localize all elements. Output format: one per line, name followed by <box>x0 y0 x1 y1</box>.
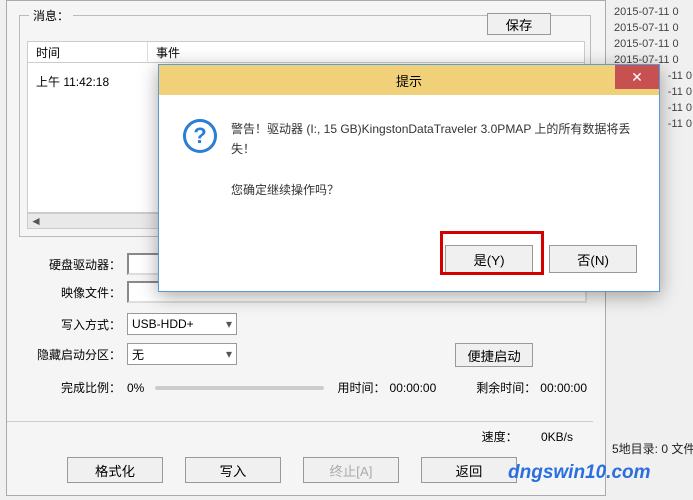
hide-part-value: 无 <box>132 346 144 363</box>
done-pct: 0% <box>127 381 147 395</box>
hide-row: 隐藏启动分区： 无 <box>27 343 257 365</box>
speed-label: 速度： <box>482 430 518 444</box>
used-label: 用时间： <box>338 379 386 396</box>
write-mode-value: USB-HDD+ <box>132 317 194 331</box>
dialog-buttons: 是(Y) 否(N) <box>445 245 637 273</box>
hide-part-select[interactable]: 无 <box>127 343 237 365</box>
image-label: 映像文件： <box>27 284 121 301</box>
quick-boot-button[interactable]: 便捷启动 <box>455 343 533 367</box>
dialog-body: ? 警告！驱动器 (I:, 15 GB)KingstonDataTraveler… <box>159 95 659 201</box>
write-row: 写入方式： USB-HDD+ <box>27 313 257 335</box>
progress-row: 完成比例： 0% 用时间： 00:00:00 剩余时间： 00:00:00 <box>27 379 587 396</box>
no-button[interactable]: 否(N) <box>549 245 637 273</box>
remain-time: 00:00:00 <box>540 381 587 395</box>
write-mode-label: 写入方式： <box>27 316 121 333</box>
close-icon: ✕ <box>631 69 643 86</box>
used-time: 00:00:00 <box>390 381 437 395</box>
col-event-header: 事件 <box>148 42 188 63</box>
dialog-titlebar: 提示 ✕ <box>159 65 659 95</box>
speed-value: 0KB/s <box>541 430 573 444</box>
dialog-line1: 警告！驱动器 (I:, 15 GB)KingstonDataTraveler 3… <box>231 119 635 160</box>
log-headers: 时间 事件 <box>27 41 585 63</box>
progress-bar <box>155 386 324 390</box>
write-mode-select[interactable]: USB-HDD+ <box>127 313 237 335</box>
stop-button: 终止[A] <box>303 457 399 483</box>
done-label: 完成比例： <box>27 379 121 396</box>
dialog-line2: 您确定继续操作吗？ <box>231 180 635 200</box>
drive-label: 硬盘驱动器： <box>27 256 121 273</box>
question-icon: ? <box>183 119 217 153</box>
format-button[interactable]: 格式化 <box>67 457 163 483</box>
back-button[interactable]: 返回 <box>421 457 517 483</box>
remain-label: 剩余时间： <box>476 379 536 396</box>
button-row: 格式化 写入 终止[A] 返回 <box>67 457 587 483</box>
side-log-line: 2015-07-11 0 <box>614 20 692 36</box>
dialog-close-button[interactable]: ✕ <box>615 65 659 89</box>
speed-row: 速度： 0KB/s <box>7 421 593 441</box>
dialog-text: 警告！驱动器 (I:, 15 GB)KingstonDataTraveler 3… <box>231 119 635 201</box>
message-legend: 消息： <box>29 7 73 24</box>
scroll-left-icon[interactable]: ◄ <box>28 214 44 228</box>
hide-part-label: 隐藏启动分区： <box>27 346 121 363</box>
col-time-header: 时间 <box>28 42 148 63</box>
prompt-dialog: 提示 ✕ ? 警告！驱动器 (I:, 15 GB)KingstonDataTra… <box>158 64 660 292</box>
dialog-title: 提示 <box>396 71 422 90</box>
side-log-line: 2015-07-11 0 <box>614 4 692 20</box>
write-button[interactable]: 写入 <box>185 457 281 483</box>
yes-button[interactable]: 是(Y) <box>445 245 533 273</box>
side-log-line: 2015-07-11 0 <box>614 36 692 52</box>
dir-count: 5地目录: 0 文件, <box>612 440 693 457</box>
save-button[interactable]: 保存 <box>487 13 551 35</box>
